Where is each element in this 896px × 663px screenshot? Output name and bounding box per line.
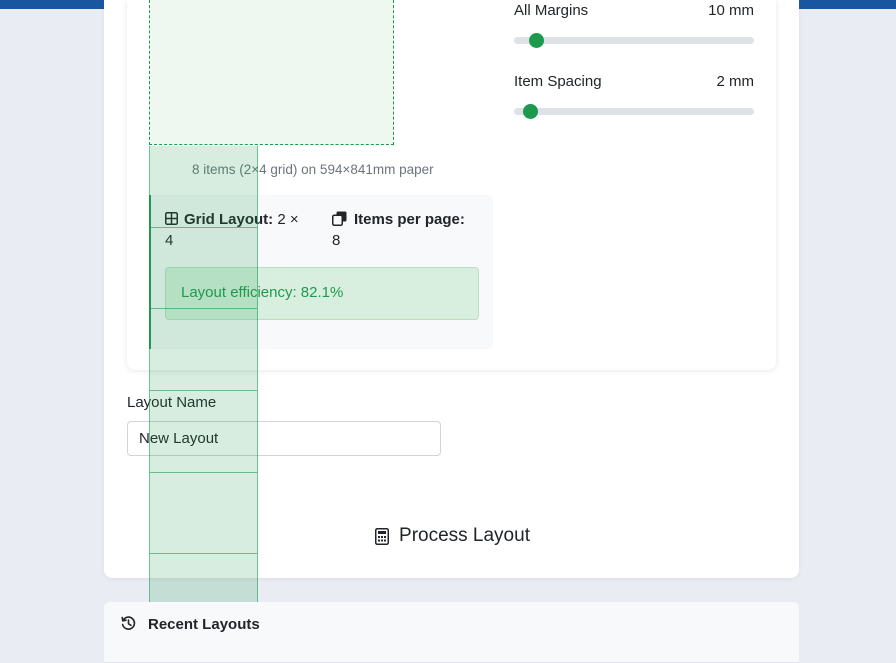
item-divider — [150, 390, 257, 391]
margins-slider-thumb[interactable] — [529, 33, 544, 48]
spacing-slider-value: 2 mm — [716, 73, 755, 90]
item-divider — [150, 553, 257, 554]
item-preview-column — [149, 146, 258, 602]
spacing-slider-thumb[interactable] — [523, 104, 538, 119]
items-per-page-value: 8 — [332, 232, 341, 249]
margins-slider-value: 10 mm — [708, 2, 754, 19]
margins-slider[interactable] — [514, 33, 754, 48]
items-per-page-info: Items per page: 8 — [332, 209, 492, 251]
item-divider — [150, 308, 257, 309]
items-per-page-label: Items per page: — [354, 211, 465, 228]
spacing-slider-label: Item Spacing — [514, 73, 602, 90]
item-divider — [150, 472, 257, 473]
process-layout-label: Process Layout — [399, 525, 530, 546]
margins-slider-label: All Margins — [514, 2, 589, 19]
spacing-slider[interactable] — [514, 104, 754, 119]
item-divider — [150, 227, 257, 228]
process-layout-button[interactable]: Process Layout — [360, 518, 545, 554]
recent-layouts-title: Recent Layouts — [148, 616, 260, 633]
history-icon — [121, 616, 136, 630]
grid-layout-value: 2 × — [277, 211, 299, 228]
calculator-icon — [375, 527, 390, 545]
paper-preview — [149, 0, 394, 145]
copy-icon — [332, 211, 347, 226]
